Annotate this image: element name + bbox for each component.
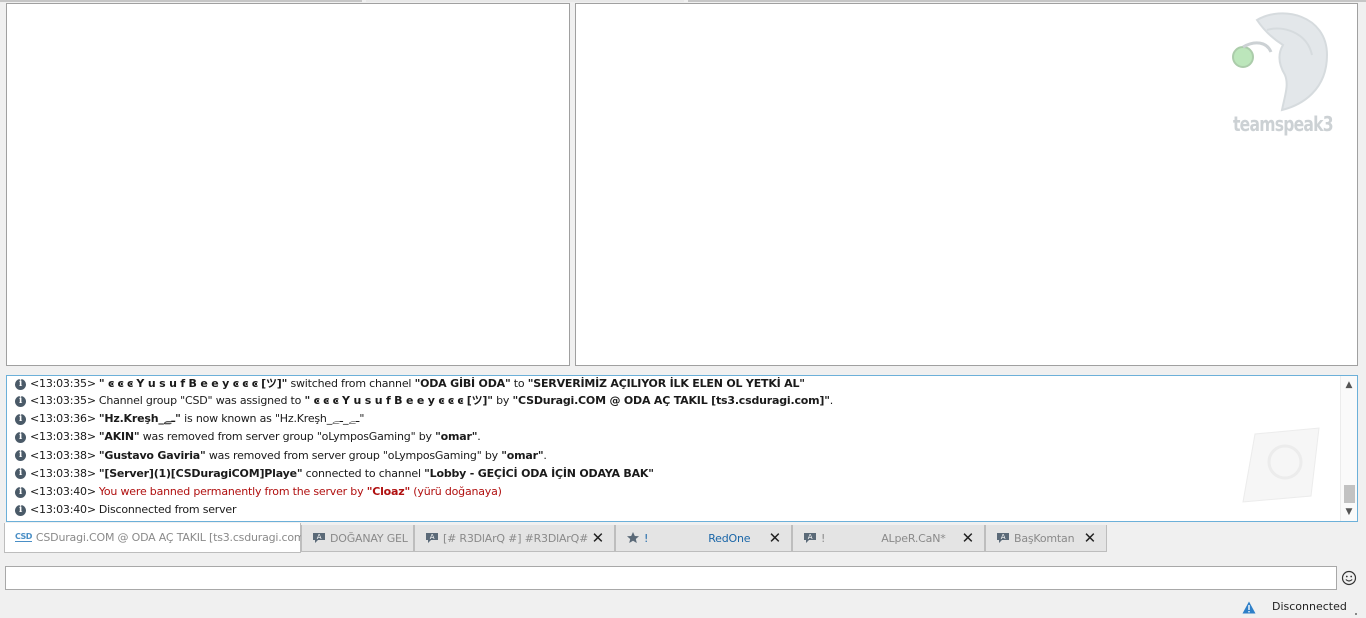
close-icon[interactable]: ✕ [769, 530, 782, 546]
svg-text:A: A [317, 533, 322, 541]
svg-text:A: A [808, 533, 813, 541]
log-text: "Hz.Kreşh_ـﮯ" [98, 412, 181, 426]
logo-text: teamspeak3 [1233, 112, 1334, 136]
log-text: "Gustavo Gaviria" [98, 448, 206, 462]
status-bar: Disconnected [0, 597, 1366, 618]
tab-label: ! [821, 531, 826, 545]
scroll-up-icon[interactable]: ▲ [1344, 380, 1354, 390]
tab-label: [# R3DlArQ #] #R3DlArQ# [443, 531, 589, 545]
chat-bubble-icon: A [426, 533, 438, 543]
chat-bubble-icon: A [313, 533, 325, 543]
chat-log-line: i <13:03:38> "Gustavo Gaviria" was removed… [15, 447, 1337, 465]
log-text: . [477, 430, 481, 444]
chat-bubble-icon: A [804, 533, 816, 543]
log-timestamp: <13:03:35> [30, 377, 96, 390]
info-icon: i [15, 450, 26, 462]
log-timestamp: <13:03:36> [30, 412, 96, 426]
log-text: is now known as "Hz.Kreşh_ـﮯ_ـﮯ" [180, 412, 365, 426]
connection-status: Disconnected [1272, 600, 1347, 613]
scroll-thumb[interactable] [1344, 485, 1355, 503]
close-icon[interactable]: ✕ [1084, 530, 1097, 546]
scroll-down-icon[interactable]: ▼ [1344, 507, 1354, 517]
resize-grip-icon[interactable] [1354, 612, 1358, 616]
log-timestamp: <13:03:38> [30, 430, 96, 444]
log-text: was removed from server group "oLymposGa… [205, 448, 502, 462]
log-text: . [543, 448, 547, 462]
chat-log-line: i <13:03:38> "[Server](1)[CSDuragiCOM]Play… [15, 465, 1337, 483]
chat-scrollbar[interactable]: ▲ ▼ [1340, 376, 1357, 521]
log-timestamp: <13:03:38> [30, 466, 96, 480]
log-text: switched from channel [287, 377, 415, 390]
tab-nick: RedOne [708, 531, 751, 545]
log-timestamp: <13:03:38> [30, 448, 96, 462]
log-text: connected to channel [302, 466, 425, 480]
teamspeak-logo: teamspeak3 [1227, 10, 1337, 142]
info-icon: i [15, 431, 26, 443]
tab-doganay[interactable]: A DOĞANAY GEL [301, 525, 414, 552]
chat-log-line: i <13:03:38> "AKIN" was removed from serve… [15, 428, 1337, 446]
info-panel: teamspeak3 [575, 3, 1358, 366]
csd-server-icon: CSD [15, 532, 32, 542]
chat-message-input[interactable] [5, 566, 1337, 590]
tab-alper[interactable]: A ! ALpeR.CaN* ✕ [792, 525, 985, 552]
chat-tabs: CSD CSDuragi.COM @ ODA AÇ TAKIL [ts3.csd… [4, 523, 1204, 553]
chat-log-line: i <13:03:35> Channel group "CSD" was assig… [15, 392, 1337, 410]
log-text: "ODA GİBİ ODA" [414, 377, 511, 390]
log-text: " ͼ ͼ ͼ Y u s u f B e e y ͼ ͼ ͼ [ツ]" [304, 394, 493, 408]
chat-log-line: i <13:03:40> Disconnected from server [15, 501, 1337, 519]
emoji-icon[interactable] [1341, 570, 1357, 586]
info-icon: i [15, 378, 26, 390]
log-text: to [510, 377, 528, 390]
chat-log-lines: i <13:03:35> " ͼ ͼ ͼ Y u s u f B e e y ͼ ͼ… [15, 376, 1337, 519]
tab-nick: ALpeR.CaN* [881, 531, 946, 545]
close-icon[interactable]: ✕ [962, 530, 975, 546]
info-icon: i [15, 413, 26, 425]
log-text: was removed from server group "oLymposGa… [139, 430, 436, 444]
info-icon: i [15, 504, 26, 516]
log-text: "CSDuragi.COM @ ODA AÇ TAKIL [ts3.csdura… [512, 394, 830, 408]
info-icon: i [15, 395, 26, 407]
tab-r3dlarq[interactable]: A [# R3DlArQ #] #R3DlArQ# ✕ [414, 525, 615, 552]
log-timestamp: <13:03:35> [30, 394, 96, 408]
tab-label: ! [644, 531, 649, 545]
tab-redone[interactable]: ! RedOne ✕ [615, 525, 792, 552]
log-text: . [829, 394, 834, 408]
chat-log-line: i <13:03:36> "Hz.Kreşh_ـﮯ" is now known as… [15, 410, 1337, 428]
warning-icon[interactable] [1242, 601, 1256, 614]
log-text: "Lobby - GEÇİCİ ODA İÇİN ODAYA BAK" [424, 466, 654, 480]
log-text: Disconnected from server [98, 503, 237, 517]
tab-label: BaşKomtan [1014, 531, 1075, 545]
log-text: "AKIN" [98, 430, 140, 444]
log-text: You were banned permanently from the ser… [98, 485, 367, 499]
svg-text:A: A [1001, 533, 1006, 541]
channel-tree-panel[interactable] [6, 3, 570, 366]
svg-text:A: A [430, 533, 435, 541]
chat-watermark-icon [1242, 427, 1320, 503]
log-text: " ͼ ͼ ͼ Y u s u f B e e y ͼ ͼ ͼ [ツ]" [98, 377, 288, 390]
chat-bubble-icon: A [997, 533, 1009, 543]
log-timestamp: <13:03:40> [30, 503, 96, 517]
info-icon: i [15, 468, 26, 480]
log-text: "SERVERİMİZ AÇILIYOR İLK ELEN OL YETKİ A… [527, 377, 805, 390]
star-chat-icon [627, 532, 639, 543]
tab-server[interactable]: CSD CSDuragi.COM @ ODA AÇ TAKIL [ts3.csd… [4, 523, 309, 553]
tab-baskomtan[interactable]: A BaşKomtan ✕ [985, 525, 1107, 552]
tab-label: CSDuragi.COM @ ODA AÇ TAKIL [ts3.csdurag… [35, 531, 309, 544]
log-text: by [492, 394, 513, 408]
log-text: (yürü doğanaya) [410, 485, 502, 499]
chat-log-line: i <13:03:35> " ͼ ͼ ͼ Y u s u f B e e y ͼ ͼ… [15, 376, 1337, 392]
chat-log-line: i <13:03:40> You were banned permanently f… [15, 483, 1337, 501]
close-icon[interactable]: ✕ [592, 530, 605, 546]
log-text: "[Server](1)[CSDuragiCOM]Playe" [98, 466, 303, 480]
log-text: "omar" [501, 448, 544, 462]
log-text: "Cloaz" [366, 485, 410, 499]
info-icon: i [15, 486, 26, 498]
log-timestamp: <13:03:40> [30, 485, 96, 499]
log-text: Channel group "CSD" was assigned to [98, 394, 305, 408]
chat-log[interactable]: i <13:03:35> " ͼ ͼ ͼ Y u s u f B e e y ͼ ͼ… [6, 375, 1358, 522]
log-text: "omar" [435, 430, 478, 444]
tab-label: DOĞANAY GEL [330, 531, 408, 545]
